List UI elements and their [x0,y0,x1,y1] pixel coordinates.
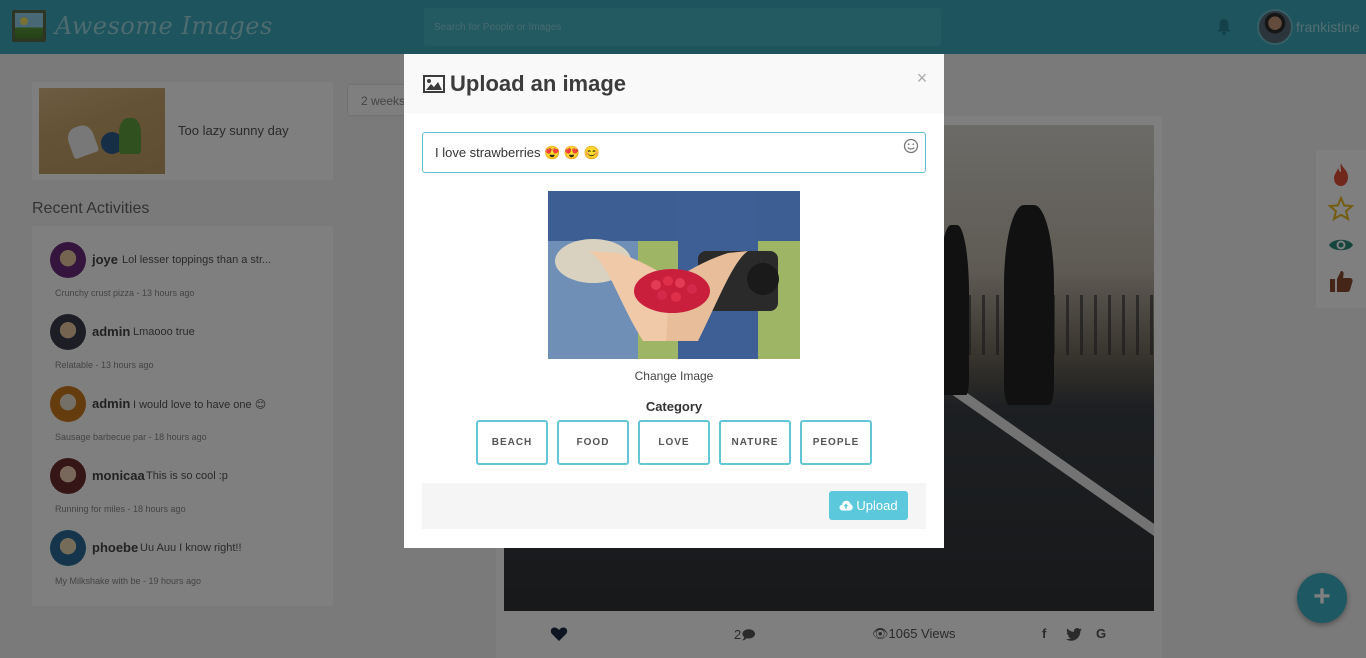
modal-header: Upload an image × [404,54,944,113]
image-preview-photo [548,191,800,359]
upload-modal: Upload an image × Change Image [404,54,944,548]
close-icon[interactable]: × [914,68,930,88]
category-love-button[interactable]: LOVE [638,420,710,465]
emoji-picker-icon[interactable] [903,138,919,154]
upload-button[interactable]: Upload [829,491,908,520]
category-label: Category [645,399,703,414]
upload-button-label: Upload [856,498,898,513]
modal-footer: Upload [422,483,926,529]
change-image-link[interactable]: Change Image [404,369,944,383]
category-nature-button[interactable]: NATURE [719,420,791,465]
image-icon [423,75,445,93]
image-preview [548,191,800,359]
caption-input[interactable] [422,132,926,173]
caption-field [422,132,926,173]
modal-title: Upload an image [450,71,627,96]
category-people-button[interactable]: PEOPLE [800,420,872,465]
category-beach-button[interactable]: BEACH [476,420,548,465]
category-food-button[interactable]: FOOD [557,420,629,465]
cloud-upload-icon [839,500,854,511]
